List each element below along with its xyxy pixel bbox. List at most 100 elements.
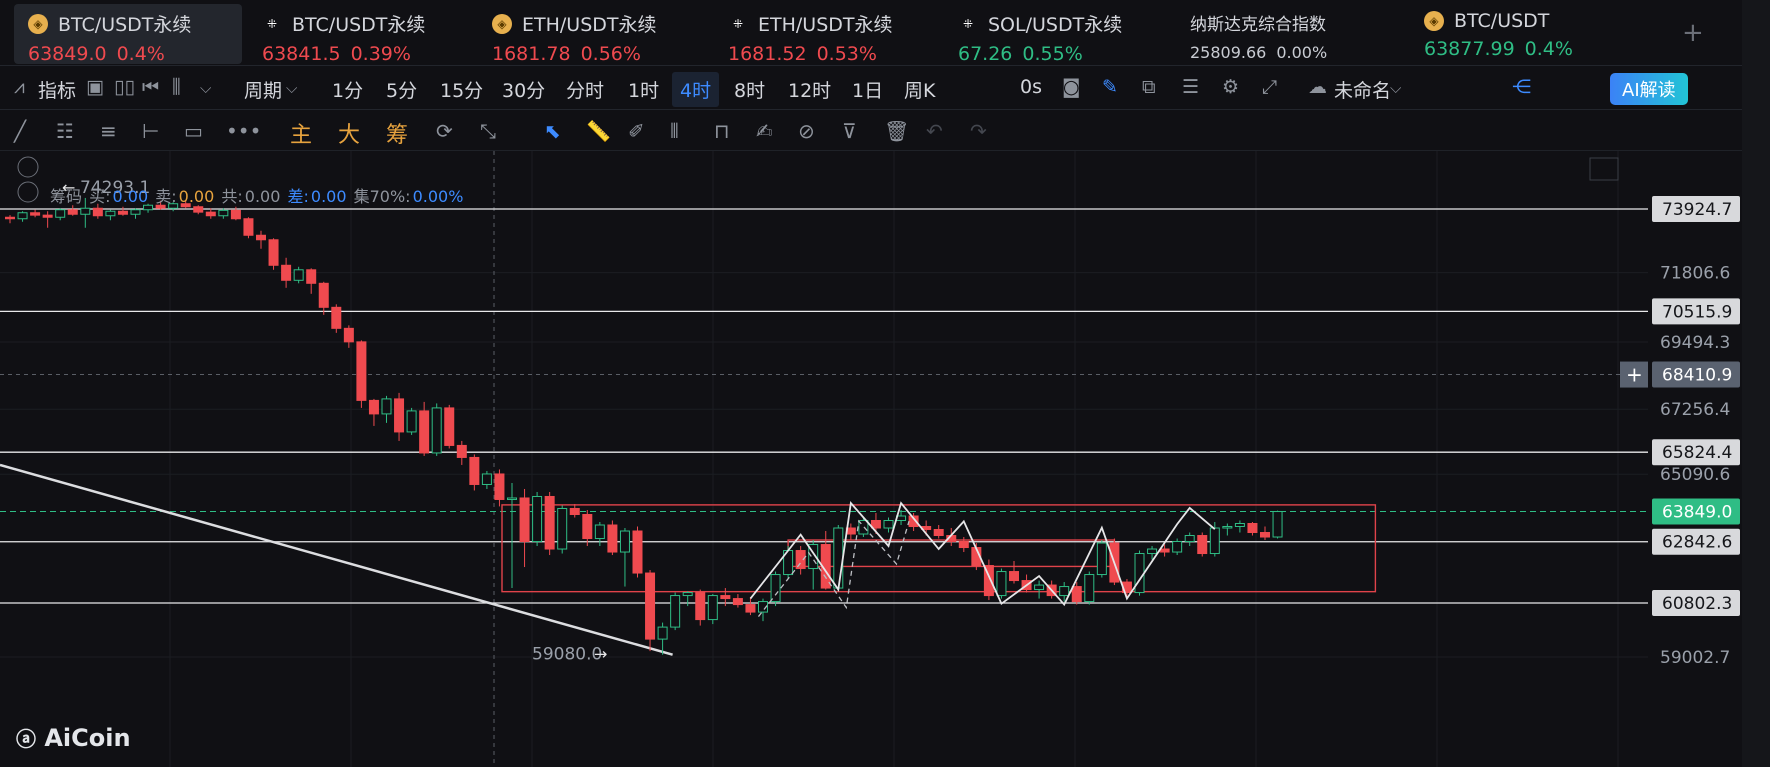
candle-body <box>193 206 204 213</box>
parallel-channel-icon[interactable]: ☷ <box>56 119 74 143</box>
candle-body <box>770 574 781 603</box>
trendline[interactable] <box>0 463 673 656</box>
period-option[interactable]: 15分 <box>440 76 483 103</box>
redo-icon[interactable]: ↷ <box>970 119 987 143</box>
candle-body <box>456 444 467 458</box>
indicator-button[interactable]: 指标 <box>38 76 76 103</box>
tab-change: 0.55% <box>1022 43 1083 65</box>
symbol-tab[interactable]: ⁜ ETH/USDT永续 1681.52 0.53% <box>714 4 938 65</box>
candle-type-icon[interactable]: ⫼ <box>172 76 181 98</box>
candle-body <box>30 212 41 216</box>
tab-change: 0.53% <box>816 43 877 65</box>
period-option[interactable]: 12时 <box>788 76 831 103</box>
collapse-icon[interactable] <box>17 156 39 178</box>
lock-icon[interactable]: ⊓ <box>714 119 730 143</box>
candle-body <box>105 210 116 217</box>
logo-mark-icon: ⓐ <box>16 727 36 751</box>
note-icon[interactable]: ⧉ <box>1142 76 1156 98</box>
big-order-toggle[interactable]: 大 <box>338 117 360 149</box>
pencil-icon[interactable]: ✎ <box>1102 76 1118 98</box>
settings-icon[interactable]: ⚙ <box>1222 76 1239 98</box>
chevron-down-icon[interactable]: ⌵ <box>1390 79 1401 97</box>
list-icon[interactable]: ☰ <box>1182 76 1199 98</box>
right-scroll-edge[interactable] <box>1742 0 1770 767</box>
ruler-icon[interactable]: 📏 <box>586 119 611 143</box>
period-option[interactable]: 5分 <box>386 76 417 103</box>
rectangle-tool-icon[interactable]: ▭ <box>184 119 203 143</box>
symbol-tab[interactable]: ⁜ BTC/USDT永续 63841.5 0.39% <box>248 4 472 65</box>
cloud-check-icon[interactable]: ☁ <box>1308 76 1327 98</box>
candle-body <box>318 282 329 308</box>
tab-symbol: ETH/USDT永续 <box>758 14 893 36</box>
symbol-tab[interactable]: ◈ BTC/USDT永续 63849.0 0.4% <box>14 4 242 65</box>
period-option[interactable]: 1时 <box>628 76 659 103</box>
symbol-tab[interactable]: 纳斯达克综合指数 25809.66 0.00% <box>1176 4 1400 64</box>
period-option[interactable]: 30分 <box>502 76 545 103</box>
replay-icon[interactable]: ⏮ <box>142 76 159 98</box>
symbol-tab[interactable]: ◈ BTC/USDT 63877.99 0.4% <box>1410 4 1634 64</box>
axis-tick-label: 71806.6 <box>1660 264 1730 284</box>
coin-icon: ◈ <box>1424 11 1444 31</box>
chips-toggle[interactable]: 筹 <box>386 117 408 149</box>
period-option[interactable]: 周K <box>904 76 935 103</box>
period-option[interactable]: 1日 <box>852 76 883 103</box>
magnet-icon[interactable]: ⦀ <box>670 119 679 143</box>
expand-indicator-icon[interactable] <box>17 181 39 203</box>
share-icon[interactable]: ⋲ <box>1512 76 1531 98</box>
axis-tick-label: 69494.3 <box>1660 333 1730 353</box>
horizontal-ray-icon[interactable]: ⊢ <box>142 119 159 143</box>
fullscreen-icon[interactable]: ⤢ <box>1262 76 1277 98</box>
cursor-icon[interactable]: ⬉ <box>544 119 561 143</box>
period-option[interactable]: 1分 <box>332 76 363 103</box>
trash-icon[interactable]: 🗑 <box>884 119 909 143</box>
chevron-down-icon[interactable]: ⌵ <box>286 79 297 97</box>
horizontal-lines-icon[interactable]: ≡ <box>100 119 117 143</box>
candle-body <box>732 598 743 606</box>
brush-icon[interactable]: ✐ <box>628 119 645 143</box>
chart-area[interactable]: 74293.1 ← 59080.0 → 71806.6 69494.3 67256.4 650… <box>0 151 1742 767</box>
chevron-down-icon[interactable]: ⌵ <box>200 79 211 97</box>
zigzag-wave[interactable] <box>749 501 1216 607</box>
filter-icon[interactable]: ⊽ <box>842 119 857 143</box>
symbol-tab[interactable]: ⁜ SOL/USDT永续 67.26 0.55% <box>944 4 1168 65</box>
diff-label: 差: <box>287 187 309 206</box>
total-value: 0.00 <box>244 187 281 206</box>
symbol-tab[interactable]: ◈ ETH/USDT永续 1681.78 0.56% <box>478 4 702 65</box>
undo-icon[interactable]: ↶ <box>926 119 943 143</box>
camera-icon[interactable]: ◙ <box>1062 76 1080 98</box>
add-tab-icon[interactable]: + <box>1682 18 1704 48</box>
candle-body <box>67 209 78 215</box>
arrow-right-icon: → <box>594 645 607 664</box>
sync-icon[interactable]: ⟳ <box>436 119 453 143</box>
more-tools-icon[interactable]: ••• <box>226 119 261 143</box>
period-dropdown[interactable]: 周期 <box>244 76 282 103</box>
candle-body <box>883 520 894 529</box>
hide-icon[interactable]: ⊘ <box>798 119 815 143</box>
candle-body <box>1222 526 1233 529</box>
ai-interpret-button[interactable]: AI解读 <box>1610 73 1688 105</box>
compare-icon[interactable]: ▯▯ <box>114 76 135 98</box>
axis-tick-label: 67256.4 <box>1660 400 1730 420</box>
layout-name[interactable]: 未命名 <box>1334 76 1391 103</box>
tab-price: 1681.78 <box>492 43 571 65</box>
main-chart-toggle[interactable]: 主 <box>290 117 312 149</box>
coin-icon: ◈ <box>28 13 48 34</box>
measure-icon[interactable]: ⤡ <box>480 119 496 143</box>
period-option[interactable]: 分时 <box>566 76 604 103</box>
current-price-text: 63849.0 <box>1662 503 1732 523</box>
trendline-tool-icon[interactable]: ╱ <box>14 119 26 143</box>
tab-title: ◈ ETH/USDT永续 <box>492 10 702 37</box>
candle-body <box>431 407 442 454</box>
indicator-icon[interactable]: ⩘ <box>14 76 25 98</box>
timer-label: 0s <box>1020 76 1042 98</box>
edit-icon[interactable]: ✍ <box>756 119 773 143</box>
tab-change: 0.56% <box>580 43 641 65</box>
price-chart[interactable]: 74293.1←59080.0→71806.669494.367256.4650… <box>0 151 1742 767</box>
candle-body <box>720 595 731 600</box>
tab-price: 1681.52 <box>728 43 807 65</box>
layout-corner-icon[interactable] <box>1589 157 1619 181</box>
period-option[interactable]: 4时 <box>672 72 720 107</box>
calendar-icon[interactable]: ▣ <box>86 76 104 98</box>
candle-body <box>682 592 693 597</box>
period-option[interactable]: 8时 <box>734 76 765 103</box>
